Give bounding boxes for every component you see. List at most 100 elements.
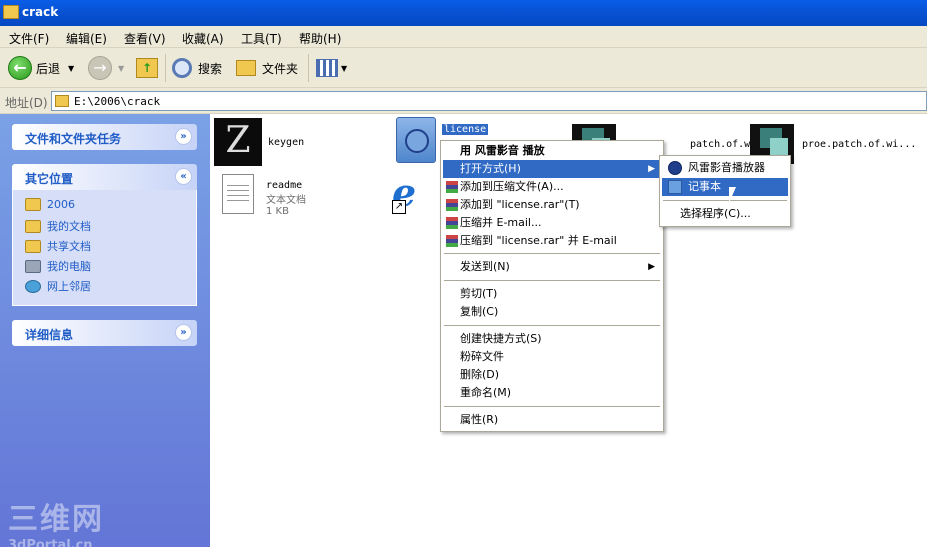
winrar-icon: [446, 217, 458, 229]
menu-item-properties[interactable]: 属性(R): [443, 411, 661, 429]
task-pane: 文件和文件夹任务 » 其它位置 « 2006 我的文档 共享文档 我的电脑 网上…: [0, 114, 210, 547]
menu-tools[interactable]: 工具(T): [241, 30, 282, 47]
computer-icon: [25, 259, 41, 273]
folder-icon: [3, 5, 19, 19]
other-places-header[interactable]: 其它位置 «: [12, 164, 197, 190]
menu-item-copy[interactable]: 复制(C): [443, 303, 661, 321]
folders-label: 文件夹: [262, 61, 299, 76]
menu-item-cut[interactable]: 剪切(T): [443, 285, 661, 303]
submenu-item-player[interactable]: 风雷影音播放器: [662, 159, 788, 177]
file-name: keygen: [268, 136, 305, 148]
file-name: proe.patch.of.wi...: [802, 138, 917, 150]
address-bar: 地址(D) E:\2006\crack: [0, 88, 927, 114]
open-with-submenu: 风雷影音播放器 记事本 选择程序(C)...: [659, 155, 791, 227]
file-size: 1 KB: [266, 206, 289, 217]
back-button[interactable]: ← 后退 ▼: [8, 56, 74, 80]
menu-item-add-archive[interactable]: 添加到压缩文件(A)...: [443, 178, 661, 196]
menu-file[interactable]: 文件(F): [9, 30, 49, 47]
menu-item-shred[interactable]: 粉碎文件: [443, 348, 661, 366]
file-readme[interactable]: readme 文本文档 1 KB: [222, 174, 306, 217]
menu-divider: [444, 406, 660, 407]
place-label: 网上邻居: [47, 280, 91, 293]
winrar-icon: [446, 181, 458, 193]
menu-favorites[interactable]: 收藏(A): [182, 30, 224, 47]
place-label: 共享文档: [47, 240, 91, 253]
address-value: E:\2006\crack: [74, 95, 161, 108]
text-document-icon: [222, 174, 254, 214]
watermark-logo: 三维网: [8, 502, 104, 537]
chevron-down-icon[interactable]: »: [175, 128, 192, 145]
menu-view[interactable]: 查看(V): [124, 30, 166, 47]
place-label: 2006: [47, 198, 75, 211]
other-places-title: 其它位置: [25, 172, 74, 186]
details-header[interactable]: 详细信息 »: [12, 320, 197, 346]
toolbar: ← 后退 ▼ → ▼ ↑ 搜索 文件夹 ▼: [0, 48, 927, 88]
chevron-down-icon[interactable]: »: [175, 324, 192, 341]
menu-item-compress-license-email[interactable]: 压缩到 "license.rar" 并 E-mail: [443, 232, 661, 250]
forward-arrow-icon: →: [88, 56, 112, 80]
search-icon: [172, 58, 192, 78]
up-folder-button[interactable]: ↑: [136, 56, 158, 80]
menu-item-create-shortcut[interactable]: 创建快捷方式(S): [443, 330, 661, 348]
menu-item-add-license-rar[interactable]: 添加到 "license.rar"(T): [443, 196, 661, 214]
file-tasks-title: 文件和文件夹任务: [25, 132, 122, 146]
winrar-icon: [446, 235, 458, 247]
file-keygen[interactable]: Z keygen: [214, 118, 304, 166]
file-type: 文本文档: [266, 195, 306, 206]
place-my-computer[interactable]: 我的电脑: [25, 258, 91, 274]
submenu-item-notepad[interactable]: 记事本: [662, 178, 788, 196]
notepad-icon: [668, 180, 682, 194]
chevron-down-icon[interactable]: ▼: [341, 64, 347, 73]
shared-folder-icon: [25, 239, 41, 253]
submenu-arrow-icon: ▶: [648, 262, 655, 272]
folder-icon: [25, 198, 41, 211]
views-button[interactable]: ▼: [316, 56, 347, 80]
toolbar-separator: [308, 54, 309, 82]
submenu-item-choose-program[interactable]: 选择程序(C)...: [662, 205, 788, 223]
menu-item-send-to[interactable]: 发送到(N) ▶: [443, 258, 661, 276]
media-file-icon: [396, 117, 436, 163]
place-network[interactable]: 网上邻居: [25, 278, 91, 294]
network-icon: [25, 279, 41, 293]
menu-help[interactable]: 帮助(H): [299, 30, 341, 47]
menu-edit[interactable]: 编辑(E): [66, 30, 107, 47]
window-title: crack: [22, 5, 59, 19]
menu-divider: [444, 280, 660, 281]
address-input[interactable]: E:\2006\crack: [51, 91, 927, 111]
place-label: 我的文档: [47, 220, 91, 233]
menu-divider: [444, 253, 660, 254]
menu-divider: [444, 325, 660, 326]
forward-button[interactable]: → ▼: [88, 56, 124, 80]
menu-item-open-with[interactable]: 打开方式(H) ▶: [443, 160, 661, 178]
search-label: 搜索: [198, 61, 223, 76]
place-shared-documents[interactable]: 共享文档: [25, 238, 91, 254]
shortcut-arrow-icon: ↗: [392, 200, 406, 214]
menu-divider: [663, 200, 787, 201]
mouse-cursor-icon: [729, 187, 743, 203]
menu-bar: 文件(F) 编辑(E) 查看(V) 收藏(A) 工具(T) 帮助(H): [0, 26, 927, 48]
back-arrow-icon: ←: [8, 56, 32, 80]
file-name: readme: [266, 180, 303, 191]
title-bar: crack: [0, 0, 927, 26]
folders-button[interactable]: 文件夹: [236, 56, 298, 80]
file-license[interactable]: license: [396, 117, 489, 163]
chevron-up-icon[interactable]: «: [175, 168, 192, 185]
chevron-down-icon[interactable]: ▼: [68, 64, 74, 73]
folder-icon: [236, 60, 256, 76]
other-places-panel: 2006 我的文档 共享文档 我的电脑 网上邻居: [12, 190, 197, 306]
place-my-documents[interactable]: 我的文档: [25, 218, 91, 234]
search-button[interactable]: 搜索: [172, 56, 222, 80]
file-ie-shortcut[interactable]: e ↗: [392, 174, 432, 214]
my-documents-icon: [25, 219, 41, 233]
chevron-down-icon[interactable]: ▼: [118, 64, 124, 73]
up-folder-icon: ↑: [136, 58, 158, 78]
menu-item-compress-email[interactable]: 压缩并 E-mail...: [443, 214, 661, 232]
place-2006[interactable]: 2006: [25, 198, 75, 211]
file-name: license: [442, 124, 489, 135]
submenu-arrow-icon: ▶: [648, 164, 655, 174]
menu-item-delete[interactable]: 删除(D): [443, 366, 661, 384]
file-tasks-header[interactable]: 文件和文件夹任务 »: [12, 124, 197, 150]
keygen-icon: Z: [214, 118, 262, 166]
menu-item-rename[interactable]: 重命名(M): [443, 384, 661, 402]
menu-item-play[interactable]: 用 风雷影音 播放: [443, 142, 661, 160]
